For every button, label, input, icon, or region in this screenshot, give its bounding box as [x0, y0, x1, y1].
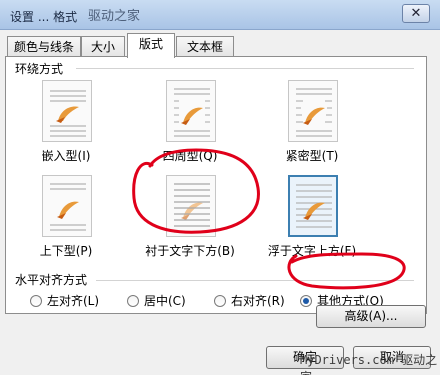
wrap-behind-text-icon	[174, 183, 210, 233]
wrap-option-inline[interactable]: 嵌入型(I)	[16, 80, 116, 180]
align-left-label: 左对齐(L)	[47, 294, 100, 308]
align-right-radio[interactable]: 右对齐(R)	[214, 292, 292, 310]
wrap-top-bottom-icon	[50, 183, 86, 231]
group-divider	[96, 280, 414, 281]
radio-circle-icon	[127, 295, 139, 307]
wrap-behind-text-tile[interactable]	[166, 175, 216, 237]
tab-label: 大小	[90, 40, 115, 54]
tab-colors-lines[interactable]: 颜色与线条	[7, 36, 81, 57]
layout-panel: 环绕方式 嵌入型(I) 四周型(Q) 紧密型(T) 上下型(P) 衬于文字下方(…	[5, 56, 427, 314]
tab-layout[interactable]: 版式	[127, 33, 175, 58]
tab-size[interactable]: 大小	[81, 36, 125, 57]
title-bar: 设置 ... 格式 驱动之家 ✕	[0, 0, 440, 30]
window-title: 设置 ... 格式	[10, 10, 78, 24]
align-right-label: 右对齐(R)	[231, 294, 285, 308]
watermark-bottom: MyDrivers.com 驱动之家	[300, 353, 438, 375]
tab-textbox[interactable]: 文本框	[176, 36, 234, 57]
radio-circle-icon	[30, 295, 42, 307]
wrap-in-front-icon	[296, 184, 332, 228]
wrap-option-square[interactable]: 四周型(Q)	[140, 80, 240, 180]
align-group-title: 水平对齐方式	[15, 271, 91, 288]
wrap-inline-label: 嵌入型(I)	[41, 149, 91, 163]
wrap-option-in-front-of-text[interactable]: 浮于文字上方(F)	[262, 175, 362, 275]
wrap-group-title: 环绕方式	[15, 60, 67, 77]
wrap-square-tile[interactable]	[166, 80, 216, 142]
watermark-top: 驱动之家	[88, 9, 141, 24]
close-icon: ✕	[410, 6, 422, 21]
tab-label: 颜色与线条	[13, 40, 74, 54]
dialog-body: 颜色与线条 大小 版式 文本框 环绕方式 嵌入型(I) 四周型(Q) 紧密型(T…	[0, 30, 440, 375]
wrap-tight-icon	[296, 88, 332, 137]
align-center-radio[interactable]: 居中(C)	[127, 292, 197, 310]
close-button[interactable]: ✕	[402, 4, 430, 23]
wrap-square-label: 四周型(Q)	[162, 149, 218, 163]
radio-checked-icon	[300, 295, 312, 307]
align-left-radio[interactable]: 左对齐(L)	[30, 292, 110, 310]
wrap-behind-text-label: 衬于文字下方(B)	[145, 244, 235, 258]
group-divider	[76, 68, 414, 69]
radio-circle-icon	[214, 295, 226, 307]
tab-label: 版式	[138, 37, 163, 51]
wrap-inline-tile[interactable]	[42, 80, 92, 142]
wrap-in-front-label: 浮于文字上方(F)	[267, 244, 357, 258]
wrap-option-top-bottom[interactable]: 上下型(P)	[16, 175, 116, 275]
wrap-tight-label: 紧密型(T)	[285, 149, 339, 163]
wrap-square-icon	[174, 88, 210, 137]
tab-label: 文本框	[186, 40, 223, 54]
wrap-in-front-tile[interactable]	[288, 175, 338, 237]
wrap-option-tight[interactable]: 紧密型(T)	[262, 80, 362, 180]
wrap-top-bottom-tile[interactable]	[42, 175, 92, 237]
wrap-tight-tile[interactable]	[288, 80, 338, 142]
wrap-option-behind-text[interactable]: 衬于文字下方(B)	[140, 175, 240, 275]
align-center-label: 居中(C)	[144, 294, 186, 308]
wrap-top-bottom-label: 上下型(P)	[39, 244, 93, 258]
wrap-inline-icon	[50, 90, 86, 137]
advanced-button[interactable]: 高级(A)...	[316, 305, 426, 328]
